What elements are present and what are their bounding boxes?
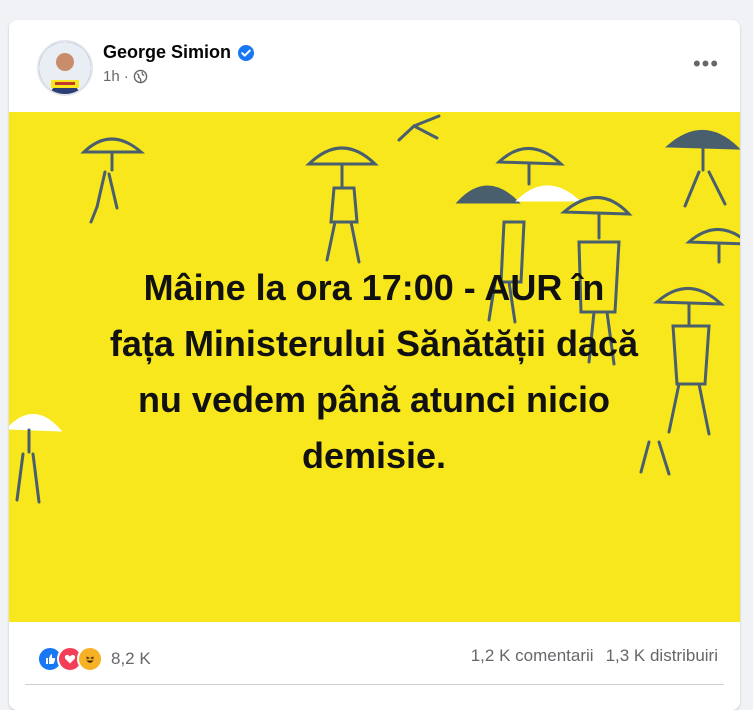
post-meta: 1h · xyxy=(103,68,148,85)
post-footer: 8,2 K 1,2 K comentarii 1,3 K distribuiri xyxy=(9,622,740,682)
globe-icon[interactable] xyxy=(133,69,148,84)
reactions-count: 8,2 K xyxy=(111,649,151,668)
avatar[interactable] xyxy=(37,40,93,96)
comments-count[interactable]: 1,2 K comentarii xyxy=(471,646,594,666)
post-header: George Simion 1h · ••• xyxy=(9,20,740,112)
reactions-summary[interactable]: 8,2 K xyxy=(37,646,151,672)
post-stats: 1,2 K comentarii 1,3 K distribuiri xyxy=(471,646,718,666)
post-image[interactable]: Mâine la ora 17:00 - AUR în fața Ministe… xyxy=(9,112,740,622)
author-name[interactable]: George Simion xyxy=(103,42,231,63)
image-text-line: nu vedem până atunci nicio xyxy=(137,379,611,420)
post-time[interactable]: 1h xyxy=(103,68,120,85)
image-text-line: demisie. xyxy=(301,435,447,476)
image-text-line: fața Ministerului Sănătății dacă xyxy=(109,323,639,364)
author-name-row: George Simion xyxy=(103,42,255,63)
more-options-icon: ••• xyxy=(692,51,720,76)
image-text-line: Mâine la ora 17:00 - AUR în xyxy=(143,267,605,308)
footer-divider xyxy=(25,684,724,685)
post-card: George Simion 1h · ••• Mâine la ora 17:0… xyxy=(9,20,740,710)
haha-icon xyxy=(77,646,103,672)
post-image-text: Mâine la ora 17:00 - AUR în fața Ministe… xyxy=(64,260,684,484)
meta-separator: · xyxy=(123,68,129,85)
verified-badge-icon xyxy=(238,44,255,61)
more-options-button[interactable]: ••• xyxy=(688,46,724,82)
shares-count[interactable]: 1,3 K distribuiri xyxy=(606,646,718,666)
